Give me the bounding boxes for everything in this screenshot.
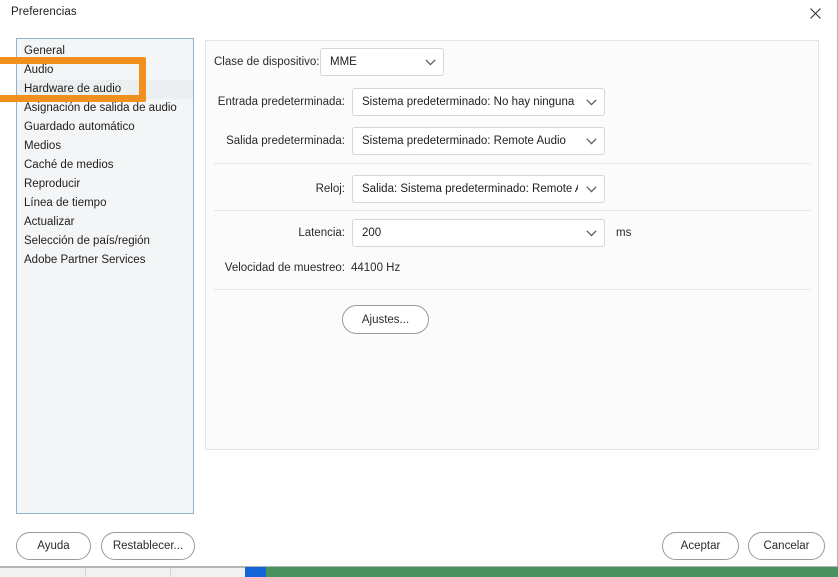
row-default-input: Entrada predeterminada: Sistema predeter… — [214, 88, 811, 116]
chevron-down-icon — [578, 229, 604, 237]
sidebar-item-10[interactable]: Selección de país/región — [17, 232, 193, 251]
default-output-value: Sistema predeterminado: Remote Audio — [362, 135, 566, 147]
sidebar-item-7[interactable]: Reproducir — [17, 175, 193, 194]
label-latency: Latencia: — [298, 227, 345, 239]
chevron-down-icon — [578, 98, 604, 106]
label-default-input: Entrada predeterminada: — [217, 96, 345, 108]
sidebar-item-0[interactable]: General — [17, 42, 193, 61]
latency-value: 200 — [362, 227, 382, 239]
panel-separator-3 — [214, 289, 811, 290]
help-button[interactable]: Ayuda — [16, 532, 91, 560]
label-sample-rate: Velocidad de muestreo: — [224, 262, 345, 274]
row-device-class: Clase de dispositivo: MME — [214, 48, 811, 76]
row-latency: Latencia: 200 ms — [214, 219, 811, 247]
dialog-titlebar: Preferencias — [0, 0, 837, 28]
sidebar-item-5[interactable]: Medios — [17, 137, 193, 156]
sidebar-item-1[interactable]: Audio — [17, 61, 193, 80]
settings-button[interactable]: Ajustes... — [342, 305, 429, 334]
chevron-down-icon — [417, 58, 443, 66]
label-default-output: Salida predeterminada: — [226, 135, 345, 147]
default-input-dropdown[interactable]: Sistema predeterminado: No hay ninguna .… — [352, 88, 605, 116]
accept-button[interactable]: Aceptar — [662, 532, 739, 560]
label-device-class: Clase de dispositivo: — [214, 56, 320, 68]
row-default-output: Salida predeterminada: Sistema predeterm… — [214, 127, 811, 155]
sidebar-item-11[interactable]: Adobe Partner Services — [17, 251, 193, 270]
screen: Preferencias General Audio Hardware de aud… — [0, 0, 838, 577]
taskbar-active-indicator — [245, 567, 266, 577]
device-class-value: MME — [330, 56, 357, 68]
sample-rate-value: 44100 Hz — [351, 262, 401, 274]
reset-button[interactable]: Restablecer... — [101, 532, 195, 560]
clock-dropdown[interactable]: Salida: Sistema predeterminado: Remote A… — [352, 175, 605, 203]
label-clock: Reloj: — [315, 183, 345, 195]
dialog-title: Preferencias — [11, 6, 77, 18]
sidebar-item-9[interactable]: Actualizar — [17, 213, 193, 232]
cancel-button[interactable]: Cancelar — [748, 532, 825, 560]
panel-separator-2 — [214, 210, 811, 211]
sidebar-item-8[interactable]: Línea de tiempo — [17, 194, 193, 213]
audio-hardware-panel: Clase de dispositivo: MME Entrada predet… — [205, 40, 819, 450]
sidebar-item-3[interactable]: Asignación de salida de audio — [17, 99, 193, 118]
row-clock: Reloj: Salida: Sistema predeterminado: R… — [214, 175, 811, 203]
close-icon[interactable] — [795, 0, 835, 26]
latency-dropdown[interactable]: 200 — [352, 219, 605, 247]
preferences-dialog: Preferencias General Audio Hardware de aud… — [0, 0, 838, 567]
row-sample-rate: Velocidad de muestreo: 44100 Hz — [214, 254, 811, 282]
chevron-down-icon — [578, 137, 604, 145]
clock-value: Salida: Sistema predeterminado: Remote A… — [362, 183, 578, 195]
default-output-dropdown[interactable]: Sistema predeterminado: Remote Audio — [352, 127, 605, 155]
device-class-dropdown[interactable]: MME — [320, 48, 444, 76]
latency-unit: ms — [616, 227, 632, 239]
sidebar-item-2[interactable]: Hardware de audio — [17, 80, 193, 99]
sidebar-item-4[interactable]: Guardado automático — [17, 118, 193, 137]
taskbar-left-segment — [0, 567, 245, 577]
panel-separator-1 — [214, 163, 811, 164]
sidebar-item-6[interactable]: Caché de medios — [17, 156, 193, 175]
chevron-down-icon — [578, 185, 604, 193]
preferences-category-list[interactable]: General Audio Hardware de audio Asignación … — [16, 38, 194, 514]
default-input-value: Sistema predeterminado: No hay ninguna .… — [362, 96, 578, 108]
